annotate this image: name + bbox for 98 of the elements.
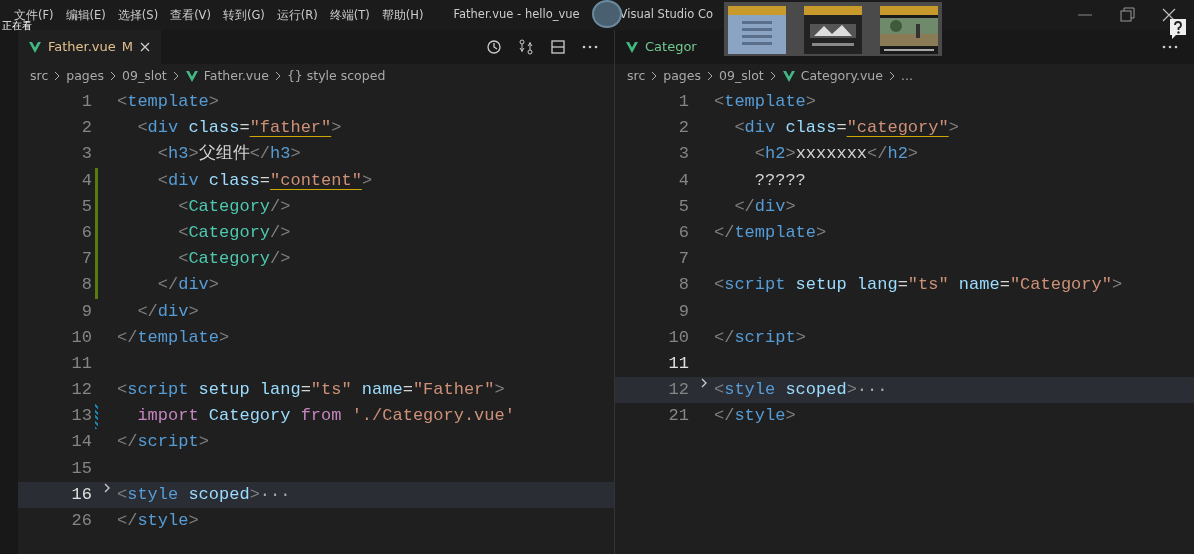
line-number: 12 [71,379,92,402]
code-line: </template> [714,222,827,242]
code-line: <h2>xxxxxxx</h2> [753,144,919,164]
menu-item[interactable]: 文件(F) [8,9,60,22]
line-number: 8 [678,274,689,297]
close-icon[interactable] [139,41,152,53]
breadcrumb[interactable]: src [30,66,49,86]
menu-item[interactable]: 运行(R) [270,9,324,22]
line-number: 4 [81,169,92,192]
line-number: 9 [678,300,689,323]
code-line: <Category/> [177,249,291,269]
menu-item[interactable]: 帮助(H) [375,9,430,22]
line-number: 16 [71,483,92,506]
breadcrumb[interactable]: Father.vue [203,66,269,86]
code-line: <script setup lang="ts" name="Category"> [714,275,1123,295]
line-number: 9 [81,300,92,323]
line-number: 6 [81,221,92,244]
code-line: <div class="content"> [156,170,373,190]
line-number: 1 [678,91,689,113]
line-number: 12 [668,379,689,402]
menu-item[interactable]: 选择(S) [111,9,165,22]
code-line: </div> [136,301,199,321]
line-number: 7 [678,248,689,271]
fold-chevron-icon[interactable] [102,481,112,494]
line-number: 3 [678,143,689,166]
breadcrumb[interactable]: {} style scoped [286,66,386,86]
chevron-icon [109,70,117,82]
chevron-icon [273,70,282,82]
line-number: 26 [71,510,92,532]
breadcrumb[interactable]: 09_slot [122,66,167,86]
code-line: <template> [117,92,220,111]
code-line: <template> [714,92,817,111]
chevron-icon [53,70,62,82]
split-editor-icon[interactable] [550,39,566,55]
code-line: </script> [714,327,806,347]
code-line: <style scoped>··· [714,380,888,400]
line-number: 14 [71,431,92,454]
avatar [592,0,622,28]
code-line: </div> [156,275,220,295]
close-icon[interactable] [1160,6,1178,24]
code-line: <style scoped>··· [117,484,291,504]
line-number: 6 [678,221,689,244]
chevron-icon [650,70,659,82]
menu-item[interactable]: 查看(V) [164,9,217,22]
line-number: 2 [81,117,92,140]
chevron-icon [768,70,777,82]
line-number: 5 [81,195,92,218]
code-line: </div> [733,196,796,216]
breadcrumb[interactable]: ... [901,66,913,86]
vue-logo-icon [781,69,796,83]
code-line: <Category/> [177,196,291,216]
line-number: 10 [71,326,92,349]
line-number: 5 [678,195,689,218]
compare-changes-icon[interactable] [518,39,534,55]
menu-item[interactable]: 终端(T) [323,9,376,22]
vue-logo-icon [625,40,639,54]
line-number: 4 [678,169,689,192]
breadcrumb[interactable]: 09_slot [719,66,764,86]
breadcrumb[interactable]: Category.vue [800,66,883,86]
line-number: 8 [81,274,92,297]
breadcrumb[interactable]: pages [66,66,104,86]
code-line: <script setup lang="ts" name="Father"> [117,380,505,400]
code-line: <div class="father"> [136,118,342,138]
editor-tab[interactable]: Father.vue M [18,30,162,64]
history-icon[interactable] [486,39,502,55]
line-number: 21 [668,405,689,428]
code-line: import Category from './Category.vue' [136,406,515,426]
code-line: </template> [117,327,230,347]
line-number: 3 [81,143,92,166]
menu-item[interactable]: 编辑(E) [59,9,112,22]
window-title: Visual Studio Co [619,6,713,24]
vue-logo-icon [28,40,42,54]
watching-label: 正在看 [2,21,32,31]
code-line: </script> [117,432,209,452]
line-number: 2 [678,117,689,140]
line-number: 11 [668,352,689,375]
code-line: ????? [753,170,806,190]
breadcrumb[interactable]: pages [663,66,701,86]
code-line: <Category/> [177,222,291,242]
restore-icon[interactable] [1118,6,1136,24]
line-number: 10 [668,326,689,349]
chevron-icon [888,70,896,82]
line-number: 11 [71,352,92,375]
line-number: 13 [71,405,92,428]
chevron-icon [706,70,714,82]
code-line: </style> [117,511,199,530]
code-line: <h3>父组件</h3> [156,144,301,164]
breadcrumb[interactable]: src [627,66,646,86]
window-title: Father.vue - hello_vue [453,6,580,24]
chevron-icon [171,70,180,82]
line-number: 15 [71,457,92,480]
code-line: </style> [714,406,796,426]
line-number: 7 [81,248,92,271]
menu-item[interactable]: 转到(G) [216,9,271,22]
line-number: 1 [81,91,92,113]
vue-logo-icon [184,69,199,83]
code-line: <div class="category"> [733,118,959,138]
fold-chevron-icon[interactable] [699,377,709,390]
